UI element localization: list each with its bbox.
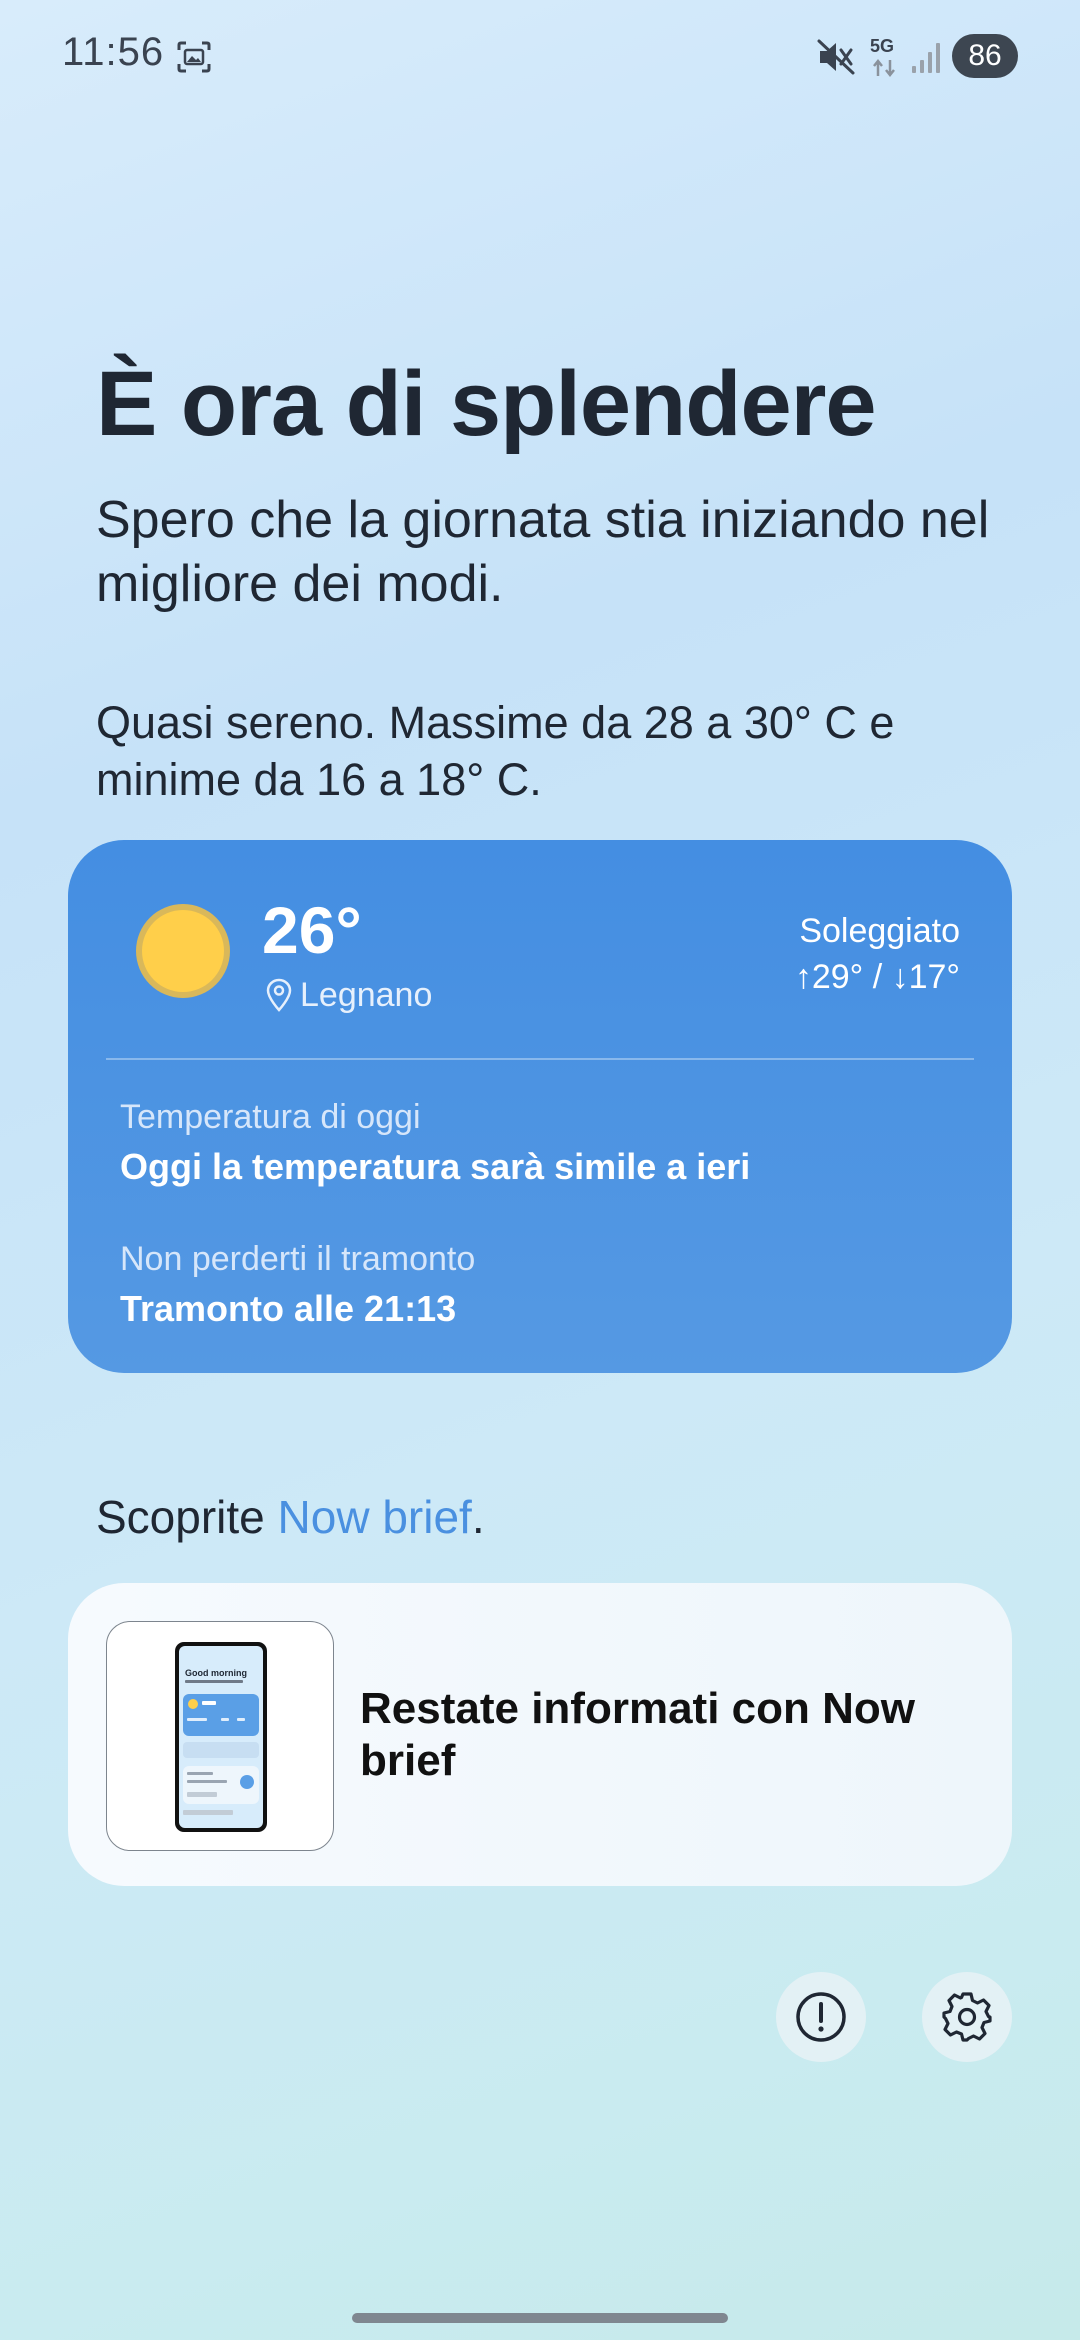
discover-suffix: . [471, 1491, 485, 1543]
card-divider [106, 1058, 974, 1060]
battery-icon: 86 [952, 34, 1018, 78]
current-temperature: 26° [262, 893, 362, 967]
location-name: Legnano [300, 976, 433, 1014]
sun-icon [136, 904, 230, 998]
weather-card[interactable]: 26° Legnano Soleggiato ↑29° / ↓17° Tempe… [68, 840, 1012, 1373]
signal-icon [912, 43, 940, 73]
discover-heading: Scoprite Now brief. [96, 1490, 485, 1544]
now-brief-promo-card[interactable]: Good morning Restate informati con Now b… [68, 1583, 1012, 1886]
status-time: 11:56 [62, 30, 165, 74]
now-brief-link[interactable]: Now brief [278, 1491, 472, 1543]
weather-condition: Soleggiato [799, 912, 960, 950]
mute-icon [817, 39, 855, 75]
high-low-temperature: ↑29° / ↓17° [794, 958, 960, 996]
thumb-greeting: Good morning [185, 1668, 247, 1678]
promo-title: Restate informati con Now brief [360, 1684, 915, 1785]
info-icon [796, 1992, 846, 2042]
home-indicator[interactable] [352, 2313, 728, 2323]
greeting-subtitle: Spero che la giornata stia iniziando nel… [96, 491, 990, 613]
weather-forecast-text: Quasi sereno. Massime da 28 a 30° C e mi… [96, 697, 895, 805]
now-brief-thumbnail: Good morning [106, 1621, 334, 1851]
today-temperature-value: Oggi la temperatura sarà simile a ieri [120, 1146, 751, 1187]
discover-prefix: Scoprite [96, 1491, 278, 1543]
gear-icon [942, 1992, 992, 2042]
today-temperature-label: Temperatura di oggi [120, 1098, 421, 1136]
phone-illustration: Good morning [175, 1642, 267, 1832]
network-5g-icon [873, 58, 895, 78]
screenshot-icon [177, 41, 211, 73]
status-bar: 11:56 5G 86 [0, 0, 1080, 110]
greeting-title: È ora di splendere [96, 353, 877, 455]
sunset-label: Non perderti il tramonto [120, 1240, 476, 1278]
info-button[interactable] [776, 1972, 866, 2062]
settings-button[interactable] [922, 1972, 1012, 2062]
sunset-value: Tramonto alle 21:13 [120, 1288, 457, 1329]
location-pin-icon [266, 978, 292, 1012]
